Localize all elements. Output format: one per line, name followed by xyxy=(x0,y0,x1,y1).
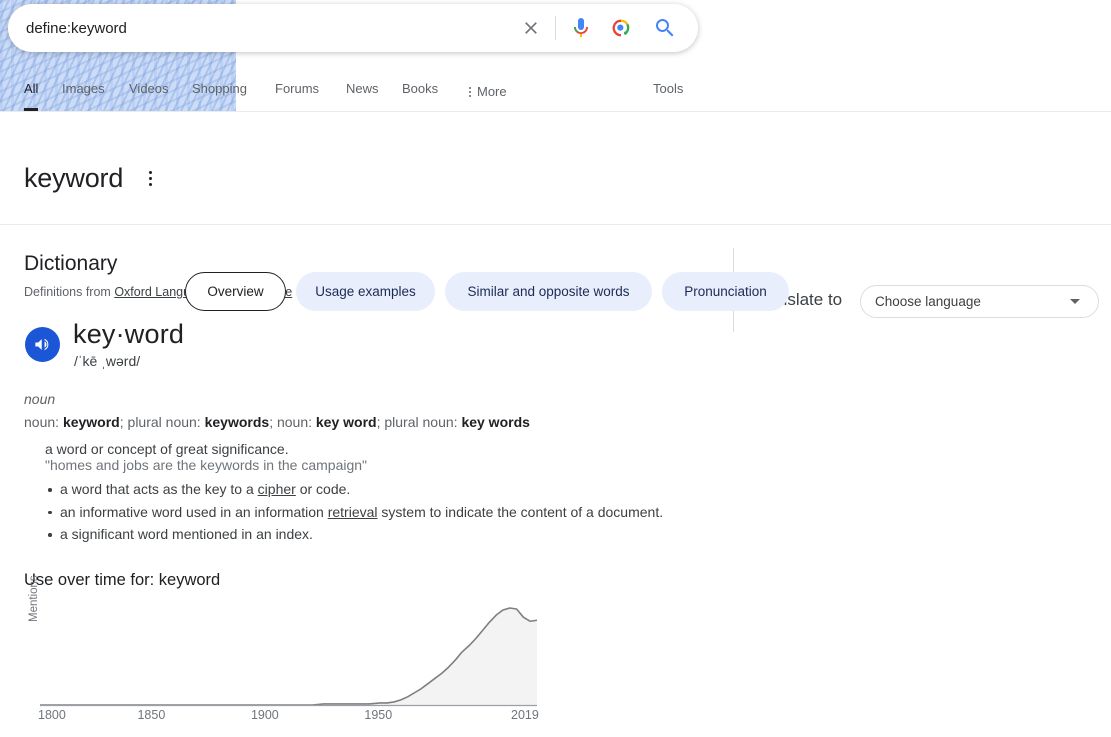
sub-definition-text: a word that acts as the key to a xyxy=(60,481,258,497)
chip-overview[interactable]: Overview xyxy=(185,272,286,311)
primary-definition: a word or concept of great significance. xyxy=(45,441,289,457)
inflection-segment-7: key words xyxy=(461,414,529,430)
tab-all[interactable]: All xyxy=(24,72,38,111)
dictionary-source-prefix: Definitions from xyxy=(24,285,114,299)
word-options-menu-icon[interactable] xyxy=(143,168,157,188)
chart-plot xyxy=(24,600,544,710)
tab-shopping[interactable]: Shopping xyxy=(192,72,247,111)
chart-y-axis-label: Mentions xyxy=(28,575,40,622)
dictionary-heading: Dictionary xyxy=(24,252,117,276)
chart-x-tick: 1800 xyxy=(38,708,66,722)
headword: key·word xyxy=(73,319,184,350)
more-vert-icon xyxy=(469,85,471,99)
inflection-segment-2: ; plural noun: xyxy=(120,414,205,430)
tab-videos[interactable]: Videos xyxy=(129,72,169,111)
tab-more[interactable]: More xyxy=(469,72,507,111)
inflection-segment-3: keywords xyxy=(205,414,270,430)
chevron-down-icon xyxy=(1070,299,1080,304)
microphone-icon[interactable] xyxy=(566,13,596,43)
inflection-segment-0: noun: xyxy=(24,414,63,430)
definition-link-cipher[interactable]: cipher xyxy=(258,481,296,497)
search-submit-icon[interactable] xyxy=(650,13,680,43)
clear-search-icon[interactable] xyxy=(513,10,549,46)
page-title: keyword xyxy=(24,162,123,194)
chart-area-fill xyxy=(40,608,537,705)
definition-link-retrieval[interactable]: retrieval xyxy=(328,504,378,520)
pronunciation-audio-button[interactable] xyxy=(25,327,60,362)
chip-pronunciation[interactable]: Pronunciation xyxy=(662,272,789,311)
sub-definition-text: an informative word used in an informati… xyxy=(60,504,328,520)
tools-button[interactable]: Tools xyxy=(653,72,683,111)
use-over-time-chart: Mentions 18001850190019502019 xyxy=(24,600,544,735)
tab-books[interactable]: Books xyxy=(402,72,438,111)
sub-definition-text-tail: system to indicate the content of a docu… xyxy=(378,504,664,520)
chart-x-tick: 1950 xyxy=(364,708,392,722)
language-select-value: Choose language xyxy=(861,294,1070,309)
tab-news[interactable]: News xyxy=(346,72,379,111)
part-of-speech: noun xyxy=(24,391,55,407)
chart-x-tick: 1850 xyxy=(137,708,165,722)
google-lens-icon[interactable] xyxy=(606,13,636,43)
chart-title: Use over time for: keyword xyxy=(24,571,220,590)
word-header-section: keyword Overview Usage examples Similar … xyxy=(0,112,1111,225)
chart-x-tick: 2019 xyxy=(511,708,539,722)
sub-definition-item: an informative word used in an informati… xyxy=(60,501,663,524)
definition-example: "homes and jobs are the keywords in the … xyxy=(45,457,367,473)
tab-forums[interactable]: Forums xyxy=(275,72,319,111)
inflection-segment-5: key word xyxy=(316,414,377,430)
search-bar-divider xyxy=(555,16,556,40)
search-bar[interactable] xyxy=(8,4,698,52)
tab-images[interactable]: Images xyxy=(62,72,105,111)
phonetic-transcription: /ˈkē ˌwərd/ xyxy=(74,353,140,369)
sub-definition-text: a significant word mentioned in an index… xyxy=(60,526,313,542)
search-nav-tabs: All Images Videos Shopping Forums News B… xyxy=(0,72,1111,112)
sub-definition-item: a word that acts as the key to a cipher … xyxy=(60,478,663,501)
sub-definition-item: a significant word mentioned in an index… xyxy=(60,523,663,546)
inflection-segment-1: keyword xyxy=(63,414,120,430)
inflection-list: noun: keyword; plural noun: keywords; no… xyxy=(24,414,530,430)
sub-definition-list: a word that acts as the key to a cipher … xyxy=(42,478,663,546)
sub-definition-text-tail: or code. xyxy=(296,481,350,497)
inflection-segment-4: ; noun: xyxy=(269,414,316,430)
language-select[interactable]: Choose language xyxy=(860,285,1099,318)
volume-up-icon xyxy=(33,335,52,354)
search-input[interactable] xyxy=(8,5,513,51)
chart-x-tick: 1900 xyxy=(251,708,279,722)
chip-usage-examples[interactable]: Usage examples xyxy=(296,272,435,311)
inflection-segment-6: ; plural noun: xyxy=(377,414,462,430)
tab-more-label: More xyxy=(477,75,507,109)
chip-similar-and-opposite-words[interactable]: Similar and opposite words xyxy=(445,272,652,311)
